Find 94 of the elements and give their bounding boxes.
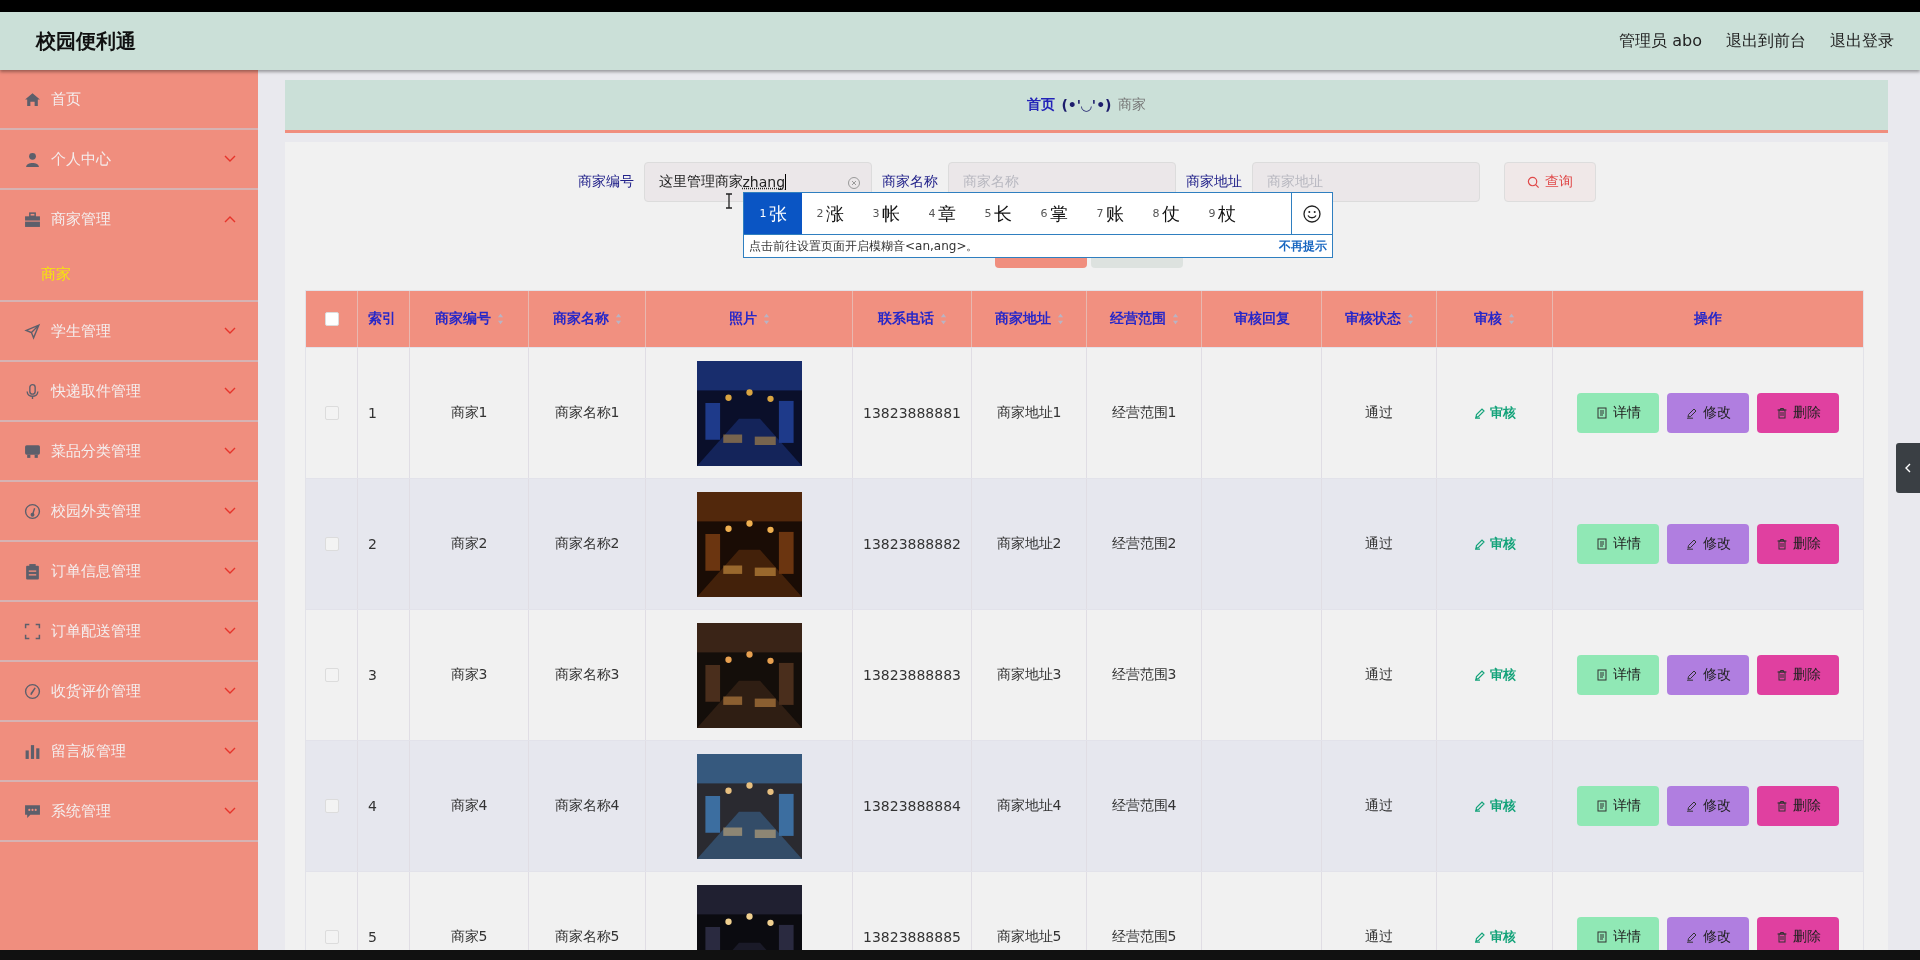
trash-icon [1775, 538, 1788, 550]
sort-icon[interactable] [1508, 313, 1515, 325]
dismiss-link[interactable]: 不再提示 [1279, 237, 1327, 255]
user-label: 管理员 abo [1619, 30, 1702, 52]
detail-button[interactable]: 详情 [1577, 393, 1659, 433]
sidebar-item[interactable]: 系统管理 [0, 782, 258, 840]
sidebar-item[interactable]: 首页 [0, 70, 258, 128]
compass-icon [24, 682, 41, 700]
sidebar-item[interactable]: 学生管理 [0, 302, 258, 360]
column-header[interactable]: 操作 [1553, 291, 1863, 347]
header-link[interactable]: 退出到前台 [1726, 30, 1806, 52]
trash-icon [1775, 669, 1788, 681]
sort-icon[interactable] [496, 313, 504, 325]
pencil-icon [1473, 931, 1486, 943]
document-icon [1595, 800, 1608, 812]
gauge-icon [24, 502, 41, 520]
pencil-icon [1685, 931, 1698, 943]
sort-icon[interactable] [1056, 313, 1064, 325]
pencil-icon [1473, 669, 1486, 681]
sidebar-item[interactable]: 商家管理 [0, 190, 258, 248]
pencil-icon [1473, 800, 1486, 812]
frame-icon [24, 622, 41, 640]
pencil-icon [1685, 538, 1698, 550]
document-icon [1595, 538, 1608, 550]
edit-button[interactable]: 修改 [1667, 917, 1749, 950]
sidebar-item[interactable]: 收货评价管理 [0, 662, 258, 720]
sidebar-item[interactable]: 留言板管理 [0, 722, 258, 780]
send-icon [24, 322, 41, 340]
ime-candidate[interactable]: 9 杖 [1194, 193, 1250, 234]
edit-button[interactable]: 修改 [1667, 786, 1749, 826]
mic-icon [24, 382, 41, 400]
edit-button[interactable]: 修改 [1667, 393, 1749, 433]
sidebar-item[interactable]: 快递取件管理 [0, 362, 258, 420]
pencil-icon [1685, 669, 1698, 681]
ime-hint: 点击前往设置页面开启模糊音<an,ang>。 [749, 237, 979, 255]
clear-icon[interactable] [846, 176, 861, 190]
sort-icon[interactable] [939, 313, 947, 325]
ime-candidate[interactable]: 1 张 [744, 193, 802, 234]
detail-button[interactable]: 详情 [1577, 524, 1659, 564]
edit-button[interactable]: 修改 [1667, 524, 1749, 564]
sidebar-item[interactable]: 个人中心 [0, 130, 258, 188]
header-link[interactable]: 退出登录 [1830, 30, 1894, 52]
delete-button[interactable]: 删除 [1757, 786, 1839, 826]
document-icon [1595, 669, 1608, 681]
review-link[interactable]: 审核 [1473, 535, 1516, 553]
sort-icon[interactable] [1406, 313, 1414, 325]
review-link[interactable]: 审核 [1473, 404, 1516, 422]
pencil-icon [1473, 538, 1486, 550]
trash-icon [1775, 931, 1788, 943]
home-icon [24, 90, 41, 108]
smiley-icon [1302, 203, 1322, 224]
shop-icon [24, 442, 41, 460]
select-all-checkbox[interactable] [324, 312, 339, 326]
review-link[interactable]: 审核 [1473, 666, 1516, 684]
sidebar-item[interactable]: 订单配送管理 [0, 602, 258, 660]
review-link[interactable]: 审核 [1473, 928, 1516, 946]
document-icon [1595, 407, 1608, 419]
delete-button[interactable]: 删除 [1757, 393, 1839, 433]
user-icon [24, 150, 41, 168]
chart-icon [24, 742, 41, 760]
search-button[interactable]: 查询 [1503, 162, 1596, 202]
detail-button[interactable]: 详情 [1577, 917, 1659, 950]
trash-icon [1775, 800, 1788, 812]
edit-button[interactable]: 修改 [1667, 655, 1749, 695]
app-title: 校园便利通 [36, 27, 136, 55]
field-label: 商家名称 [881, 173, 938, 191]
pencil-icon [1473, 407, 1486, 419]
document-icon [1595, 931, 1608, 943]
delete-button[interactable]: 删除 [1757, 655, 1839, 695]
pencil-icon [1685, 800, 1698, 812]
detail-button[interactable]: 详情 [1577, 655, 1659, 695]
sidebar-item[interactable]: 订单信息管理 [0, 542, 258, 600]
clipboard-icon [24, 562, 41, 580]
breadcrumb-link[interactable]: 首页 [1027, 96, 1056, 114]
breadcrumb-separator: (•'◡'•) [1061, 97, 1112, 113]
sidebar-item[interactable]: 菜品分类管理 [0, 422, 258, 480]
breadcrumb-current: 商家 [1117, 96, 1146, 114]
sort-icon[interactable] [762, 313, 770, 325]
field-label: 商家编号 [577, 173, 634, 191]
sidebar-item[interactable]: 校园外卖管理 [0, 482, 258, 540]
text-cursor-icon [724, 193, 733, 209]
chat-icon [24, 802, 41, 820]
collapse-handle[interactable] [1896, 443, 1920, 493]
delete-button[interactable]: 删除 [1757, 524, 1839, 564]
trash-icon [1775, 407, 1788, 419]
sort-icon[interactable] [1171, 313, 1179, 325]
field-label: 商家地址 [1185, 173, 1242, 191]
pencil-icon [1685, 407, 1698, 419]
delete-button[interactable]: 删除 [1757, 917, 1839, 950]
briefcase-icon [24, 210, 41, 228]
detail-button[interactable]: 详情 [1577, 786, 1659, 826]
review-link[interactable]: 审核 [1473, 797, 1516, 815]
search-icon [1526, 175, 1540, 189]
sort-icon[interactable] [614, 313, 622, 325]
